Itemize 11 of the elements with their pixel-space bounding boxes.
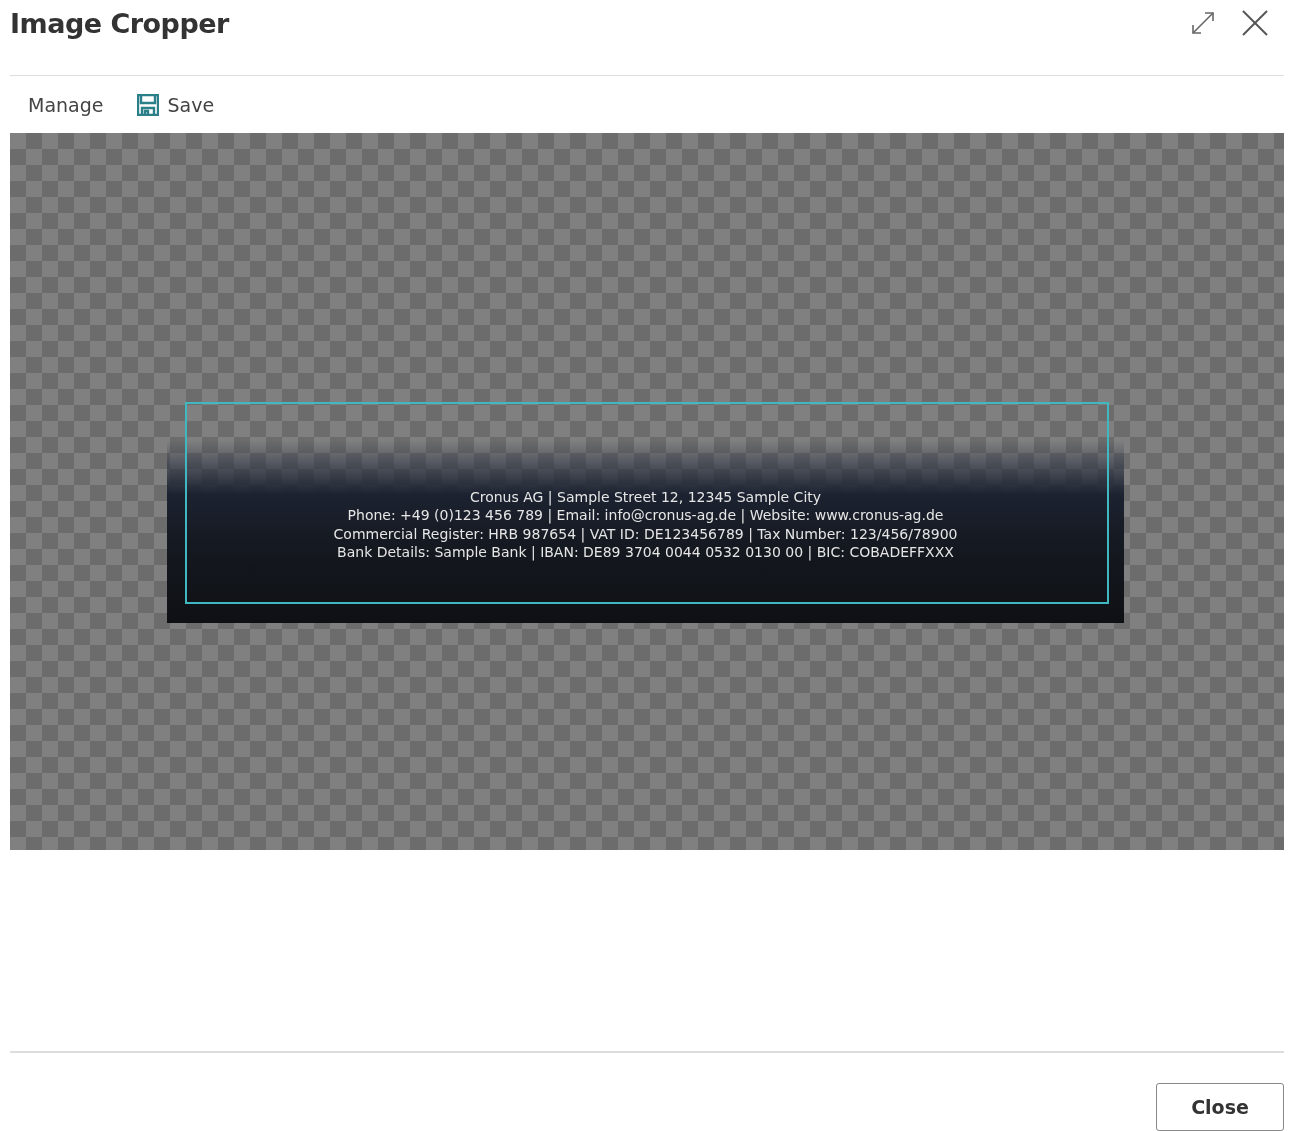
close-button[interactable]: Close <box>1156 1083 1284 1131</box>
window-title: Image Cropper <box>10 7 229 39</box>
close-icon[interactable] <box>1242 10 1268 37</box>
expand-icon[interactable] <box>1190 10 1216 37</box>
image-text: Phone: +49 (0)123 456 789 | Email: info@cronus-ag.de | Website: www.cronus-ag.de <box>347 506 944 525</box>
image-text: Commercial Register: HRB 987654 | VAT ID: DE123456789 | Tax Number: 123/456/78900 <box>333 524 958 544</box>
image-text: Cronus AG | Sample Street 12, 12345 Sample City <box>469 487 822 507</box>
save-button[interactable]: Save <box>127 87 225 122</box>
crop-frame[interactable] <box>185 401 1109 604</box>
image-text: Bank Details: Sample Bank | IBAN: DE89 3704 0044 0532 0130 00 | BIC: COBADEFFXXX <box>337 543 954 562</box>
manage-menu[interactable]: Manage <box>18 87 114 122</box>
